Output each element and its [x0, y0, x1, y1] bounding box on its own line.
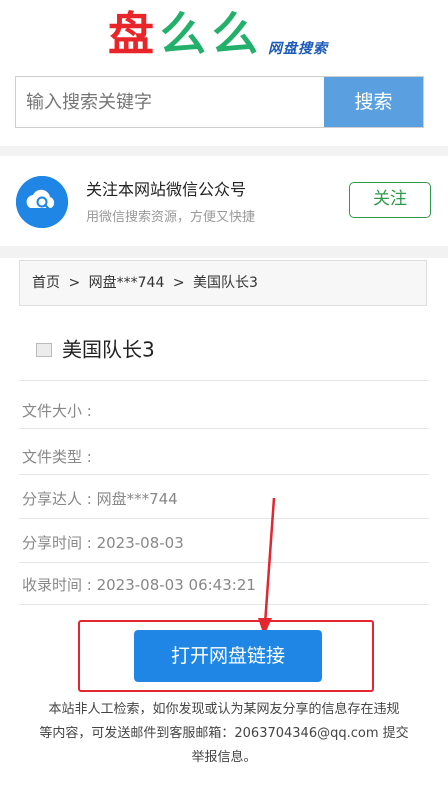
row-divider	[19, 474, 429, 475]
index-time-value: 2023-08-03 06:43:21	[91, 576, 256, 594]
row-divider	[19, 562, 429, 563]
section-divider	[0, 246, 448, 258]
share-time-label: 分享时间 :	[22, 534, 92, 552]
follow-description: 用微信搜索资源，方便又快捷	[86, 210, 256, 225]
wechat-follow-banner: 关注本网站微信公众号 用微信搜索资源，方便又快捷 关注	[0, 156, 448, 246]
index-time-row: 收录时间 : 2023-08-03 06:43:21	[22, 574, 256, 595]
breadcrumb-home[interactable]: 首页	[32, 275, 60, 291]
share-time-row: 分享时间 : 2023-08-03	[22, 532, 184, 553]
notice-line-1: 本站非人工检索，如你发现或认为某网友分享的信息存在违规	[48, 702, 400, 717]
search-input[interactable]	[16, 77, 324, 127]
follow-button[interactable]: 关注	[349, 182, 431, 218]
row-divider	[19, 604, 429, 605]
logo-char-2: 么	[160, 7, 206, 61]
sharer-row: 分享达人 : 网盘***744	[22, 488, 178, 509]
row-divider	[19, 428, 429, 429]
open-pan-link-button[interactable]: 打开网盘链接	[134, 630, 322, 682]
section-divider	[0, 146, 448, 156]
site-logo[interactable]: 盘 么 么 网盘搜索	[0, 0, 448, 68]
file-name: 美国队长3	[62, 337, 155, 362]
notice-line-2: 等内容，可发送邮件到客服邮箱：2063704346@qq.com 提交	[39, 726, 409, 741]
logo-char-3: 么	[212, 7, 258, 61]
file-size-label: 文件大小 :	[22, 402, 92, 420]
file-type-label: 文件类型 :	[22, 448, 92, 466]
notice-line-3: 举报信息。	[191, 750, 257, 765]
breadcrumb-user[interactable]: 网盘***744	[89, 275, 165, 291]
image-icon	[36, 342, 52, 357]
sharer-value: 网盘***744	[91, 490, 178, 508]
logo-char-1: 盘	[108, 7, 154, 61]
index-time-label: 收录时间 :	[22, 576, 92, 594]
logo-subtitle: 网盘搜索	[268, 41, 328, 57]
cloud-search-icon	[16, 176, 68, 228]
breadcrumb-separator: >	[68, 275, 81, 291]
file-type-row: 文件类型 :	[22, 446, 92, 467]
search-bar: 搜索	[15, 76, 424, 128]
breadcrumb-separator: >	[172, 275, 185, 291]
file-title: 美国队长3	[36, 334, 155, 364]
sharer-label: 分享达人 :	[22, 490, 92, 508]
share-time-value: 2023-08-03	[91, 534, 184, 552]
search-button[interactable]: 搜索	[324, 77, 423, 127]
breadcrumb: 首页 > 网盘***744 > 美国队长3	[19, 260, 427, 306]
annotation-arrow-icon	[258, 497, 276, 636]
row-divider	[19, 518, 429, 519]
row-divider	[19, 380, 429, 381]
breadcrumb-current: 美国队长3	[193, 275, 258, 291]
file-size-row: 文件大小 :	[22, 400, 92, 421]
follow-title: 关注本网站微信公众号	[86, 180, 247, 199]
notice-text: 本站非人工检索，如你发现或认为某网友分享的信息存在违规 等内容，可发送邮件到客服…	[12, 698, 436, 770]
